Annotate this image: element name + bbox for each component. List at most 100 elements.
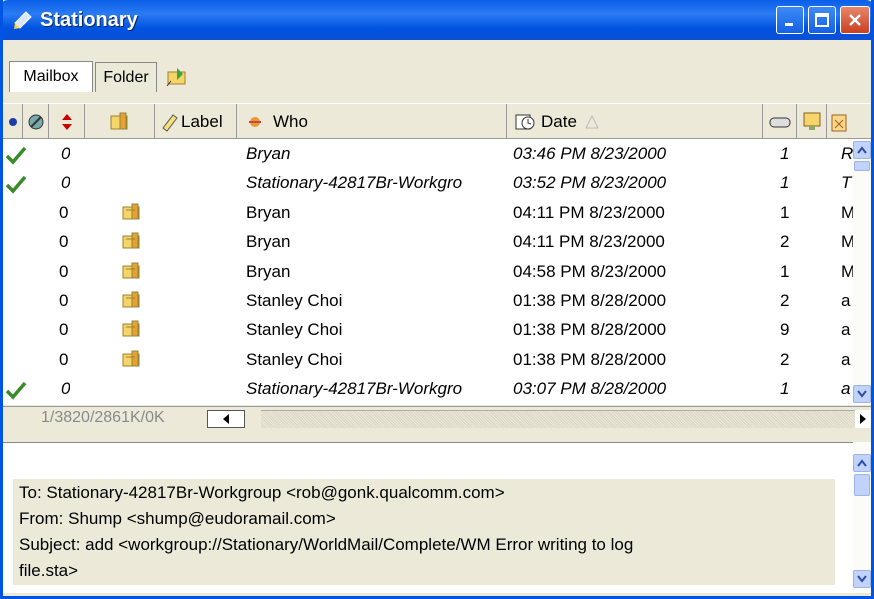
size-column-header[interactable] [763,104,797,140]
message-size: 1 [780,144,790,163]
message-row[interactable]: 0 Stanley Choi 01:38 PM 8/28/2000 2 a [3,346,853,375]
sender-name: Bryan [246,232,291,252]
message-size: 2 [780,232,790,252]
message-size: 1 [780,173,790,193]
message-row[interactable]: 0 Stationary-42817Br-Workgro 03:52 PM 8/23… [3,169,853,198]
chevron-left-icon [223,414,229,424]
read-checkmark-icon [5,146,27,165]
priority-icon [61,114,72,130]
message-row[interactable]: 0 Stanley Choi 01:38 PM 8/28/2000 2 a [3,287,853,316]
scroll-left-button[interactable] [207,410,245,428]
message-size: 2 [780,349,790,369]
tab-mailbox[interactable]: Mailbox [9,61,93,92]
tab-folder[interactable]: Folder [95,62,157,92]
priority-value: 0 [61,173,71,193]
close-button[interactable] [840,6,870,34]
chevron-right-icon [860,414,866,424]
maximize-button[interactable] [808,6,836,34]
scroll-up-button[interactable] [853,141,871,159]
message-date: 04:11 PM 8/23/2000 [513,202,665,222]
message-list-scrollbar[interactable] [853,139,871,405]
message-date: 03:52 PM 8/23/2000 [513,173,667,193]
preview-scroll-down-button[interactable] [853,570,871,588]
window-title: Stationary [40,8,138,31]
attachment-icon [122,320,140,337]
sender-name: Stationary-42817Br-Workgro [246,379,463,399]
attachment-icon [122,350,140,367]
label-tag-icon [162,114,178,132]
message-size: 1 [780,261,790,281]
chevron-down-icon [857,575,867,583]
attachment-icon [122,291,140,308]
tab-folder-label: Folder [103,68,149,86]
sender-name: Bryan [246,202,291,222]
attachment-icon [122,262,140,279]
message-size: 9 [780,320,790,340]
message-date: 04:58 PM 8/23/2000 [513,261,667,281]
sender-name: Stanley Choi [246,320,343,340]
server-status-column-header[interactable] [23,104,49,140]
priority-column-header[interactable] [49,104,85,140]
mailbox-stats: 1/3820/2861K/0K [41,409,165,426]
date-column-title: Date [541,112,577,131]
who-column-header[interactable]: Who [237,104,507,140]
priority-value: 0 [59,232,69,252]
message-subject: M [841,262,853,282]
column-header: Label Who Date [3,103,871,140]
scroll-right-button[interactable] [855,410,871,428]
sort-ascending-icon [585,115,599,129]
scroll-thumb[interactable] [854,161,870,171]
title-bar[interactable]: Stationary [3,0,871,40]
message-row[interactable]: 0 Stationary-42817Br-Workgro 03:07 PM 8/28… [3,375,853,404]
message-date: 01:38 PM 8/28/2000 [513,320,667,340]
message-subject: M [841,232,853,252]
message-row[interactable]: 0 Bryan 04:11 PM 8/23/2000 1 M [3,199,853,228]
priority-value: 0 [61,144,71,163]
transfer-folder-icon[interactable] [165,66,189,88]
attachment-column-header[interactable] [85,104,155,140]
subject-column-header[interactable] [827,104,871,140]
preview-scroll-thumb[interactable] [854,474,870,496]
preview-scrollbar[interactable] [853,442,871,593]
sender-name: Stanley Choi [246,349,343,369]
horizontal-scroll-track[interactable] [261,410,855,428]
sender-name: Stationary-42817Br-Workgro [246,173,463,193]
read-checkmark-icon [5,176,27,194]
chevron-up-icon [857,459,867,467]
priority-value: 0 [59,349,69,369]
server-column-header[interactable] [797,104,827,140]
message-row[interactable]: 0 Bryan 04:58 PM 8/23/2000 1 M [3,258,853,287]
preview-to: To: Stationary-42817Br-Workgroup <rob@go… [19,483,505,502]
priority-value: 0 [59,261,69,281]
maximize-icon [815,13,829,27]
message-date: 04:11 PM 8/23/2000 [513,232,665,252]
label-column-header[interactable]: Label [155,104,237,140]
message-row[interactable]: 0 Bryan 04:11 PM 8/23/2000 2 M [3,228,853,257]
message-size: 2 [780,291,790,310]
priority-value: 0 [59,320,69,340]
sender-name: Stanley Choi [246,291,343,310]
message-subject: a [841,291,851,310]
message-subject: T [841,173,852,193]
attachment-icon [122,232,140,249]
minimize-button[interactable] [776,6,804,34]
close-icon [849,14,861,26]
message-date: 03:46 PM 8/23/2000 [513,144,667,163]
sender-name: Bryan [246,261,291,281]
scroll-down-button[interactable] [853,385,871,403]
message-preview[interactable]: To: Stationary-42817Br-Workgroup <rob@go… [3,442,853,593]
message-row[interactable]: 0 Stanley Choi 01:38 PM 8/28/2000 9 a [3,316,853,345]
size-icon [769,117,790,128]
message-date: 01:38 PM 8/28/2000 [513,291,667,310]
who-icon [249,117,261,127]
preview-scroll-up-button[interactable] [853,454,871,472]
tab-mailbox-label: Mailbox [23,68,79,85]
preview-subject: Subject: add <workgroup://Stationary/Wor… [19,535,634,554]
status-column-header[interactable] [3,104,23,140]
message-row[interactable]: 0 Bryan 03:46 PM 8/23/2000 1 R [3,140,853,169]
message-subject: R [841,144,853,163]
date-column-header[interactable]: Date [507,104,763,140]
priority-value: 0 [59,291,69,310]
message-subject: a [841,320,851,340]
date-clock-icon [515,114,535,130]
